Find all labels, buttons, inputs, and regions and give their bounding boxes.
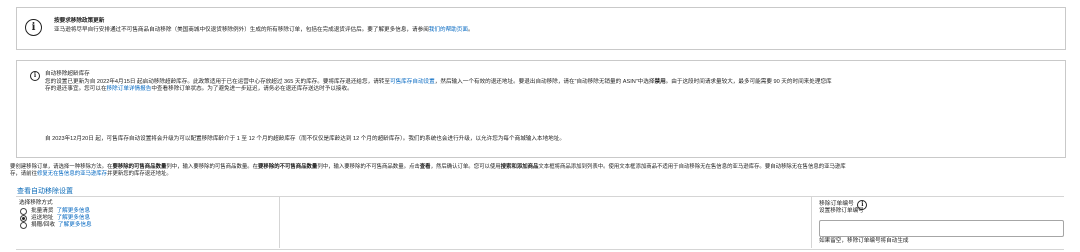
auto-removal-banner: i 自动移除超龄库存 您的设置已更新为自 2022年4月15日 起启动移除超龄库… xyxy=(16,60,1066,158)
order-id-helper: 如果留空，移除订单编号将自动生成 xyxy=(819,238,909,244)
info-icon: i xyxy=(25,19,42,36)
help-page-link[interactable]: 我们的帮助页面 xyxy=(429,27,468,33)
auto-removal-upgrade-note: 自 2023年12月20日 起，可售库存自动设置将会升级为可以配置移除库龄介于 … xyxy=(45,136,565,142)
info-icon: i xyxy=(30,71,40,81)
auto-removal-text-line1: 您的设置已更新为自 2022年4月15日 起启动移除超龄库存。此政策适用于已在运… xyxy=(45,79,832,85)
policy-update-banner: i 按要求移除政策更新 亚马逊将尽早自行安排通过不可售商品自动移除（美国商城中仅… xyxy=(16,7,1066,50)
order-id-sublabel: 设置移除订单编号 xyxy=(819,208,864,214)
instructions-line2: 存，请前往修复无在售信息的亚马逊库存并更新您的库存退还地址。 xyxy=(10,171,172,177)
auto-removal-text-line2: 存的退还事宜。您可以在移除订单详情报告中查看移除订单状态。为了避免进一步延迟，请… xyxy=(45,86,353,92)
auto-removal-title: 自动移除超龄库存 xyxy=(45,71,90,77)
learn-more-link[interactable]: 了解更多信息 xyxy=(57,215,91,221)
option-liquidation: 批量清货 了解更多信息 xyxy=(31,208,91,214)
radio-ship-to-address[interactable] xyxy=(20,215,27,222)
order-id-input[interactable] xyxy=(819,220,1064,237)
auto-settings-link[interactable]: 可售库存自动设置 xyxy=(390,79,435,85)
panel-divider xyxy=(279,196,280,248)
removal-report-link[interactable]: 移除订单详情报告 xyxy=(107,86,152,92)
panel-divider xyxy=(811,196,812,248)
option-ship-to-address: 运送地址 了解更多信息 xyxy=(31,215,91,221)
policy-update-title: 按要求移除政策更新 xyxy=(54,18,105,24)
radio-donate-recycle[interactable] xyxy=(20,222,27,229)
view-auto-removal-settings-link[interactable]: 查看自动移除设置 xyxy=(17,186,73,196)
option-donate-recycle: 捐赠/回收 了解更多信息 xyxy=(31,222,92,228)
fix-stranded-inventory-link[interactable]: 修复无在售信息的亚马逊库存 xyxy=(37,171,107,177)
learn-more-link[interactable]: 了解更多信息 xyxy=(58,222,92,228)
instructions-line1: 要创建移除订单，请选择一种移除方法。在要移除的可售商品数量列中，输入要移除的可售… xyxy=(10,164,846,170)
learn-more-link[interactable]: 了解更多信息 xyxy=(57,208,91,214)
policy-update-text: 亚马逊将尽早自行安排通过不可售商品自动移除（美国商城中仅退货移除例外）生成的所有… xyxy=(54,27,474,33)
removal-method-label: 选择移除方式 xyxy=(19,200,53,206)
radio-liquidation[interactable] xyxy=(20,208,27,215)
